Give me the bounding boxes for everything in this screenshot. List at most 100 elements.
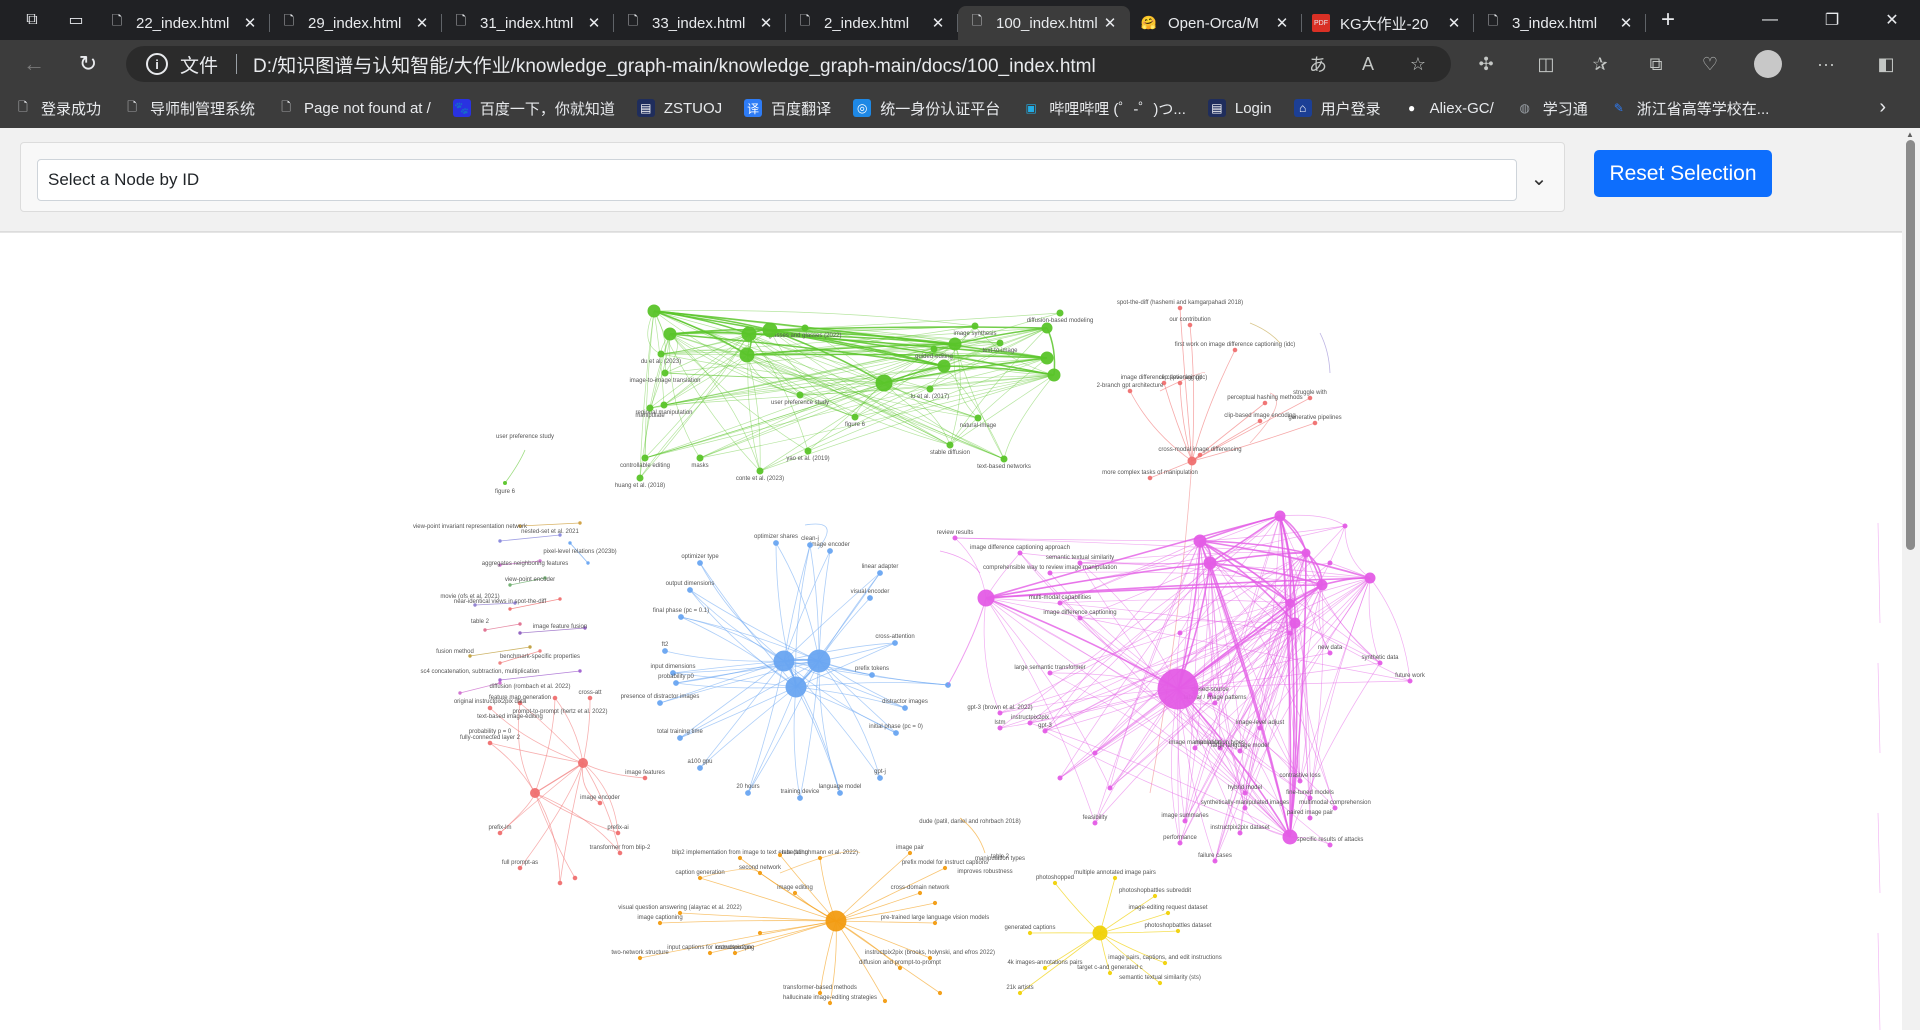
split-screen-icon[interactable]: ◫ xyxy=(1530,48,1562,80)
tab-9[interactable]: 🗋 3_index.html ✕ xyxy=(1474,6,1646,40)
graph-node[interactable] xyxy=(877,570,883,576)
graph-node[interactable] xyxy=(1147,475,1153,481)
graph-node[interactable] xyxy=(1017,990,1023,996)
graph-node[interactable] xyxy=(687,587,693,593)
graph-node[interactable] xyxy=(732,950,738,956)
vertical-scrollbar[interactable]: ▲ xyxy=(1902,128,1920,1030)
tab-6[interactable]: 🗋 100_index.html ✕ xyxy=(958,6,1130,40)
graph-node[interactable] xyxy=(1177,630,1183,636)
bookmark-item[interactable]: 🐾 百度一下，你就知道 xyxy=(452,98,615,119)
bookmark-item[interactable]: ◎ 统一身份认证平台 xyxy=(853,98,1000,119)
bookmark-item[interactable]: ✎ 浙江省高等学校在... xyxy=(1610,98,1770,119)
graph-node[interactable] xyxy=(707,950,713,956)
graph-node[interactable] xyxy=(678,614,684,620)
graph-node[interactable] xyxy=(930,345,938,353)
graph-node[interactable] xyxy=(757,930,763,936)
graph-node[interactable] xyxy=(737,855,743,861)
graph-node[interactable] xyxy=(797,795,803,801)
tab-2[interactable]: 🗋 29_index.html ✕ xyxy=(270,6,442,40)
graph-node[interactable] xyxy=(518,631,522,635)
graph-node[interactable] xyxy=(673,680,679,686)
graph-node[interactable] xyxy=(1262,400,1268,406)
graph-node[interactable] xyxy=(907,850,913,856)
graph-node[interactable] xyxy=(458,691,462,695)
graph-node[interactable] xyxy=(1077,615,1083,621)
translate-icon[interactable]: あ xyxy=(1302,48,1334,80)
graph-node[interactable] xyxy=(1092,820,1098,826)
graph-node[interactable] xyxy=(697,560,703,566)
new-tab-button[interactable]: + xyxy=(1646,0,1690,40)
graph-node[interactable] xyxy=(1192,745,1198,751)
graph-node[interactable] xyxy=(1042,728,1048,734)
graph-node[interactable] xyxy=(517,865,523,871)
restore-icon[interactable]: ❐ xyxy=(1804,0,1860,40)
graph-hub-node[interactable] xyxy=(647,304,661,318)
graph-node[interactable] xyxy=(1312,420,1318,426)
sidebar-toggle-icon[interactable]: ◧ xyxy=(1870,48,1902,80)
graph-node[interactable] xyxy=(804,447,812,455)
graph-node[interactable] xyxy=(508,583,512,587)
graph-node[interactable] xyxy=(1165,910,1171,916)
graph-node[interactable] xyxy=(578,521,582,525)
graph-node[interactable] xyxy=(996,339,1004,347)
node-select[interactable]: Select a Node by ID xyxy=(37,159,1517,201)
graph-node[interactable] xyxy=(657,920,663,926)
graph-node[interactable] xyxy=(677,735,683,741)
graph-node[interactable] xyxy=(1297,778,1303,784)
graph-node[interactable] xyxy=(756,467,764,475)
graph-hub-node[interactable] xyxy=(1285,598,1295,608)
graph-hub-node[interactable] xyxy=(977,589,995,607)
bookmark-item[interactable]: 🗋 登录成功 xyxy=(14,98,101,119)
graph-node[interactable] xyxy=(1027,720,1033,726)
bookmark-item[interactable]: ▣ 哔哩哔哩 (゜-゜)つ... xyxy=(1022,98,1186,119)
graph-node[interactable] xyxy=(1377,660,1383,666)
graph-node[interactable] xyxy=(1077,560,1083,566)
graph-node[interactable] xyxy=(586,561,590,565)
graph-node[interactable] xyxy=(1342,523,1348,529)
graph-node[interactable] xyxy=(837,790,843,796)
graph-node[interactable] xyxy=(851,413,859,421)
graph-node[interactable] xyxy=(792,890,798,896)
graph-node[interactable] xyxy=(997,710,1003,716)
graph-node[interactable] xyxy=(997,725,1003,731)
graph-hub-node[interactable] xyxy=(937,359,951,373)
graph-hub-node[interactable] xyxy=(875,374,893,392)
graph-node[interactable] xyxy=(796,391,804,399)
graph-node[interactable] xyxy=(1000,455,1008,463)
graph-node[interactable] xyxy=(1257,418,1263,424)
graph-node[interactable] xyxy=(942,865,948,871)
graph-node[interactable] xyxy=(869,672,875,678)
profile-avatar-icon[interactable] xyxy=(1752,48,1784,80)
graph-node[interactable] xyxy=(1057,600,1063,606)
graph-node[interactable] xyxy=(1177,380,1183,386)
bookmark-item[interactable]: ◍ 学习通 xyxy=(1516,98,1588,119)
graph-node[interactable] xyxy=(971,322,979,330)
graph-node[interactable] xyxy=(662,648,668,654)
graph-node[interactable] xyxy=(657,350,665,358)
address-bar[interactable]: i 文件 D:/知识图谱与认知智能/大作业/knowledge_graph-ma… xyxy=(126,46,1451,82)
graph-hub-node[interactable] xyxy=(1040,351,1054,365)
refresh-icon[interactable]: ↻ xyxy=(72,48,104,80)
graph-hub-node[interactable] xyxy=(1047,368,1061,382)
graph-node[interactable] xyxy=(1187,322,1193,328)
graph-hub-node[interactable] xyxy=(1301,548,1311,558)
graph-node[interactable] xyxy=(773,540,779,546)
graph-hub-node[interactable] xyxy=(762,322,778,338)
graph-node[interactable] xyxy=(1052,880,1058,886)
graph-hub-node[interactable] xyxy=(1289,617,1301,629)
tab-8[interactable]: PDF KG大作业-20 ✕ xyxy=(1302,6,1474,40)
close-tab-icon[interactable]: ✕ xyxy=(1272,14,1292,32)
graph-hub-node[interactable] xyxy=(1193,534,1207,548)
graph-node[interactable] xyxy=(902,705,908,711)
tab-actions-icon[interactable]: ▭ xyxy=(54,0,98,40)
minimize-icon[interactable]: — xyxy=(1742,0,1798,40)
graph-node[interactable] xyxy=(745,790,751,796)
graph-hub-node[interactable] xyxy=(1157,668,1199,710)
graph-hub-node[interactable] xyxy=(1041,322,1053,334)
graph-node[interactable] xyxy=(538,649,542,653)
graph-node[interactable] xyxy=(1242,790,1248,796)
graph-node[interactable] xyxy=(892,640,898,646)
extensions-icon[interactable]: ✣ xyxy=(1470,48,1502,80)
scroll-up-icon[interactable]: ▲ xyxy=(1906,130,1914,139)
graph-hub-node[interactable] xyxy=(741,326,757,342)
